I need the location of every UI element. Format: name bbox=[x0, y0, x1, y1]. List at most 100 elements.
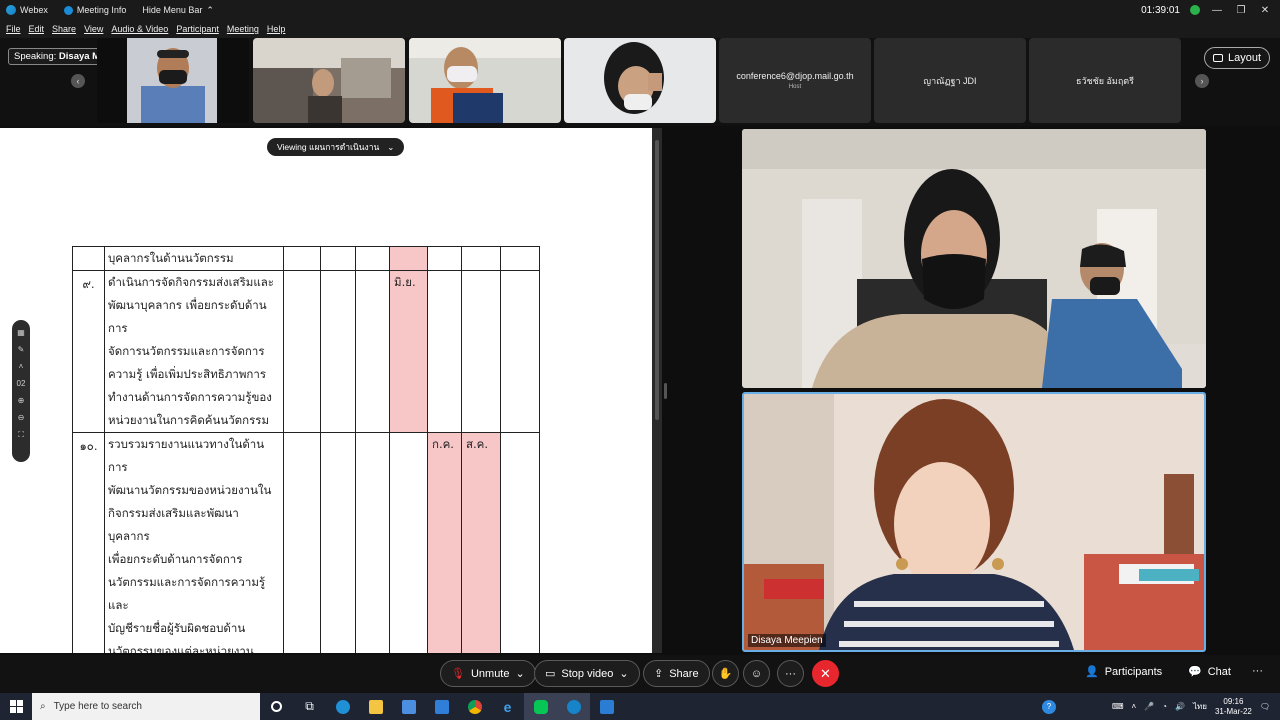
speaking-prefix: Speaking: bbox=[14, 51, 57, 62]
thumb-tile-3[interactable]: ธวัชชัย อัมฤตรี bbox=[1029, 38, 1181, 123]
chevron-down-icon[interactable]: ⌄ bbox=[516, 667, 525, 680]
thumb-video-3[interactable] bbox=[409, 38, 561, 123]
unmute-button[interactable]: 🎙 Unmute ⌄ bbox=[440, 660, 536, 687]
participants-icon: 👤 bbox=[1085, 666, 1099, 678]
task-line: กิจกรรมส่งเสริมและพัฒนาบุคลากร bbox=[108, 506, 239, 543]
webex-logo-icon bbox=[6, 5, 16, 15]
main-video-active[interactable]: Disaya Meepien bbox=[742, 392, 1206, 652]
menu-edit[interactable]: Edit bbox=[29, 24, 45, 34]
scroll-thumb[interactable] bbox=[655, 140, 659, 420]
mail-icon[interactable] bbox=[425, 693, 458, 720]
panel-divider-handle[interactable] bbox=[664, 383, 667, 399]
fullscreen-icon[interactable]: ⛶ bbox=[18, 426, 24, 443]
keyboard-icon[interactable]: ⌨ bbox=[1112, 702, 1124, 711]
ie-icon[interactable]: e bbox=[491, 693, 524, 720]
grid-icon[interactable]: ▦ bbox=[17, 324, 25, 341]
share-screen-icon: ⇪ bbox=[654, 668, 664, 680]
chat-button[interactable]: 💬 Chat bbox=[1188, 665, 1231, 679]
windows-taskbar: ⌕ Type here to search ⧉ e ? ⌨ ˄ 🎤 ◔ 🔊 ไท… bbox=[0, 693, 1280, 720]
hide-menu-bar-button[interactable]: Hide Menu Bar ⌃ bbox=[142, 5, 214, 16]
meeting-timer: 01:39:01 bbox=[1141, 4, 1180, 16]
close-icon[interactable]: ✕ bbox=[1258, 5, 1272, 16]
month-cell bbox=[320, 246, 356, 271]
month-cell: ก.ค. bbox=[427, 432, 462, 653]
month-cell bbox=[500, 432, 540, 653]
restore-icon[interactable]: ❐ bbox=[1234, 5, 1248, 16]
unmute-label: Unmute bbox=[470, 667, 510, 680]
menu-file[interactable]: File bbox=[6, 24, 21, 34]
start-button[interactable] bbox=[0, 693, 32, 720]
thumb-video-2[interactable] bbox=[253, 38, 405, 123]
participant-video-4 bbox=[564, 38, 716, 123]
thumb-video-4[interactable] bbox=[564, 38, 716, 123]
zoom-out-icon[interactable]: ⊖ bbox=[18, 409, 25, 426]
viewing-dropdown[interactable]: Viewing แผนการดำเนินงาน ⌄ bbox=[267, 138, 405, 156]
annotate-icon[interactable]: ✎ bbox=[18, 341, 25, 358]
more-icon: ··· bbox=[785, 667, 796, 680]
participant-video-1 bbox=[97, 38, 249, 123]
cortana-icon[interactable] bbox=[260, 693, 293, 720]
page-up-icon[interactable]: ˄ bbox=[19, 358, 24, 375]
title-right: 01:39:01 — ❐ ✕ bbox=[1141, 0, 1280, 20]
active-video-name: Disaya Meepien bbox=[748, 634, 826, 647]
share-button[interactable]: ⇪ Share bbox=[643, 660, 710, 687]
main-video-1[interactable] bbox=[742, 129, 1206, 388]
close-x-icon: ✕ bbox=[820, 665, 831, 681]
help-icon[interactable]: ? bbox=[1041, 699, 1056, 714]
more-panels-button[interactable]: ··· bbox=[1252, 665, 1263, 677]
microphone-icon[interactable]: 🎤 bbox=[1144, 702, 1154, 711]
network-icon[interactable]: ◔ bbox=[1162, 702, 1167, 711]
word-icon[interactable] bbox=[590, 693, 623, 720]
task-line: พัฒนาบุคลากร เพื่อยกระดับด้านการ bbox=[108, 298, 267, 335]
menu-share[interactable]: Share bbox=[52, 24, 76, 34]
layout-label: Layout bbox=[1227, 52, 1261, 64]
strip-prev-arrow-icon[interactable]: ‹ bbox=[71, 74, 85, 88]
reactions-button[interactable]: ☺ bbox=[743, 660, 770, 687]
menu-audio-video[interactable]: Audio & Video bbox=[111, 24, 168, 34]
strip-next-arrow-icon[interactable]: › bbox=[1195, 74, 1209, 88]
tray-chevron-up-icon[interactable]: ˄ bbox=[1132, 702, 1137, 711]
participants-button[interactable]: 👤 Participants bbox=[1085, 665, 1162, 679]
more-options-button[interactable]: ··· bbox=[777, 660, 804, 687]
edge-icon[interactable] bbox=[326, 693, 359, 720]
menu-view[interactable]: View bbox=[84, 24, 103, 34]
volume-icon[interactable]: 🔊 bbox=[1175, 702, 1185, 711]
webex-window: Webex Meeting Info Hide Menu Bar ⌃ 01:39… bbox=[0, 0, 1280, 720]
month-cell bbox=[320, 432, 356, 653]
menu-participant[interactable]: Participant bbox=[176, 24, 219, 34]
taskbar-clock[interactable]: 09:16 31-Mar-22 bbox=[1215, 697, 1252, 717]
share-side-toolbar: ▦ ✎ ˄ 02 ⊕ ⊖ ⛶ bbox=[12, 320, 30, 462]
task-line: นวัตกรรมและการจัดการความรู้ และ bbox=[108, 575, 266, 612]
zoom-in-icon[interactable]: ⊕ bbox=[18, 392, 25, 409]
thumb-tile-host[interactable]: conference6@djop.mail.go.th Host bbox=[719, 38, 871, 123]
task-line: หน่วยงานในการคิดค้นนวัตกรรม bbox=[108, 413, 270, 427]
chevron-down-icon[interactable]: ⌄ bbox=[619, 667, 628, 680]
menu-help[interactable]: Help bbox=[267, 24, 286, 34]
page-indicator: 02 bbox=[16, 379, 26, 388]
input-language[interactable]: ไทย bbox=[1193, 700, 1207, 713]
notification-icon[interactable]: 🗨 bbox=[1260, 702, 1270, 711]
minimize-icon[interactable]: — bbox=[1210, 5, 1224, 16]
task-view-icon[interactable]: ⧉ bbox=[293, 693, 326, 720]
file-explorer-icon[interactable] bbox=[359, 693, 392, 720]
menu-meeting[interactable]: Meeting bbox=[227, 24, 259, 34]
month-cell bbox=[500, 246, 540, 271]
plan-table: บุคลากรในด้านนวัตกรรม ๙. ดำเนินการจัดกิจกร… bbox=[72, 246, 540, 653]
task-line: ความรู้ เพื่อเพิ่มประสิทธิภาพการ bbox=[108, 367, 267, 381]
raise-hand-button[interactable]: ✋ bbox=[712, 660, 739, 687]
chrome-icon[interactable] bbox=[458, 693, 491, 720]
shared-content: Viewing แผนการดำเนินงาน ⌄ ▦ ✎ ˄ 02 ⊕ ⊖ ⛶… bbox=[0, 128, 652, 653]
webex-app-icon[interactable] bbox=[557, 693, 590, 720]
thumb-video-1[interactable] bbox=[97, 38, 249, 123]
month-cell: ส.ค. bbox=[461, 432, 501, 653]
chevron-up-icon: ⌃ bbox=[206, 4, 214, 15]
share-scrollbar[interactable] bbox=[652, 128, 662, 653]
end-call-button[interactable]: ✕ bbox=[812, 660, 839, 687]
meeting-info-button[interactable]: Meeting Info bbox=[63, 5, 126, 15]
thumb-tile-2[interactable]: ญาณัฏฐา JDI bbox=[874, 38, 1026, 123]
line-app-icon[interactable] bbox=[524, 693, 557, 720]
layout-button[interactable]: Layout bbox=[1203, 47, 1270, 69]
stop-video-button[interactable]: ▭ Stop video ⌄ bbox=[534, 660, 640, 687]
store-icon[interactable] bbox=[392, 693, 425, 720]
taskbar-search[interactable]: ⌕ Type here to search bbox=[32, 693, 260, 720]
